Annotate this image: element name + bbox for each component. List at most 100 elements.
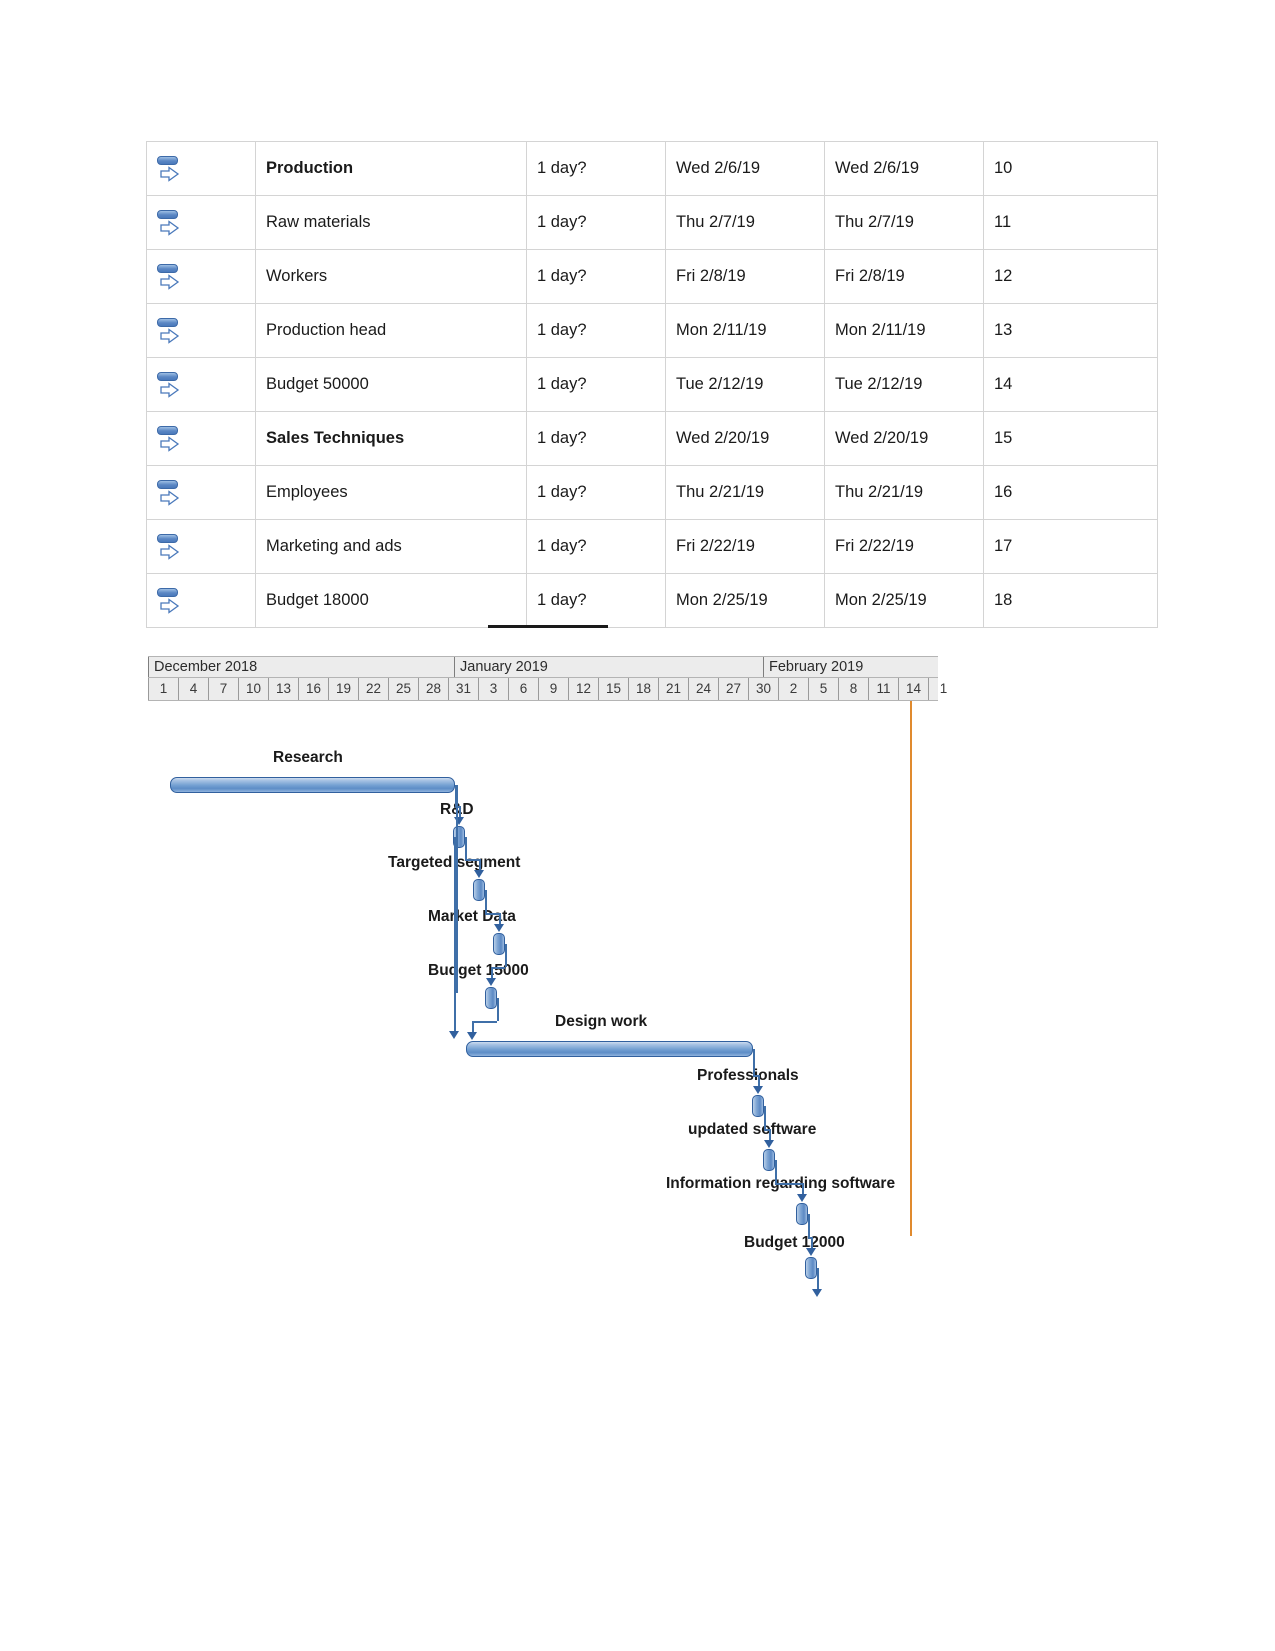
table-row[interactable]: Raw materials 1 day? Thu 2/7/19 Thu 2/7/19 1…	[146, 195, 1158, 250]
task-name-cell[interactable]: Marketing and ads	[255, 519, 527, 574]
spacer-cell	[191, 573, 256, 628]
finish-date-cell[interactable]: Mon 2/25/19	[824, 573, 984, 628]
start-date-cell[interactable]: Thu 2/21/19	[665, 465, 825, 520]
timescale-day-tick: 24	[688, 678, 718, 700]
task-name-cell[interactable]: Budget 18000	[255, 573, 527, 628]
task-id-cell[interactable]: 12	[983, 249, 1158, 304]
task-id-cell[interactable]: 11	[983, 195, 1158, 250]
timescale-day-tick: 6	[508, 678, 538, 700]
duration-cell[interactable]: 1 day?	[526, 411, 666, 466]
dependency-arrow	[753, 1086, 763, 1094]
start-date-cell[interactable]: Wed 2/6/19	[665, 141, 825, 196]
manually-scheduled-task-icon	[157, 262, 183, 292]
table-row[interactable]: Production 1 day? Wed 2/6/19 Wed 2/6/19 10	[146, 141, 1158, 196]
duration-cell[interactable]: 1 day?	[526, 519, 666, 574]
dependency-link	[459, 806, 461, 817]
duration-cell[interactable]: 1 day?	[526, 357, 666, 412]
duration-cell[interactable]: 1 day?	[526, 141, 666, 196]
dependency-link	[764, 1106, 766, 1129]
duration-cell[interactable]: 1 day?	[526, 303, 666, 358]
finish-date-cell[interactable]: Mon 2/11/19	[824, 303, 984, 358]
gantt-task-label: updated software	[688, 1121, 817, 1138]
indicator-cell	[146, 249, 191, 304]
finish-date-cell[interactable]: Fri 2/8/19	[824, 249, 984, 304]
indicator-cell	[146, 303, 191, 358]
task-name-cell[interactable]: Raw materials	[255, 195, 527, 250]
duration-cell[interactable]: 1 day?	[526, 249, 666, 304]
gantt-task-capsule[interactable]	[752, 1095, 764, 1117]
timescale-day-tick: 16	[298, 678, 328, 700]
timescale-day-tick: 11	[868, 678, 898, 700]
dependency-link	[753, 1049, 755, 1075]
dependency-arrow	[797, 1194, 807, 1202]
timescale-month: December 2018	[148, 657, 454, 677]
duration-cell[interactable]: 1 day?	[526, 195, 666, 250]
task-table: Production 1 day? Wed 2/6/19 Wed 2/6/19 10 Ra…	[146, 141, 1158, 628]
start-date-cell[interactable]: Wed 2/20/19	[665, 411, 825, 466]
gantt-task-capsule[interactable]	[493, 933, 505, 955]
table-row[interactable]: Workers 1 day? Fri 2/8/19 Fri 2/8/19 12	[146, 249, 1158, 304]
gantt-task-capsule[interactable]	[763, 1149, 775, 1171]
timescale-day-tick: 2	[778, 678, 808, 700]
timescale-day-tick: 10	[238, 678, 268, 700]
timescale-day-tick: 13	[268, 678, 298, 700]
dependency-link	[456, 785, 458, 993]
timescale-day-tick: 30	[748, 678, 778, 700]
manually-scheduled-task-icon	[157, 154, 183, 184]
task-id-cell[interactable]: 14	[983, 357, 1158, 412]
duration-cell[interactable]: 1 day?	[526, 465, 666, 520]
duration-cell[interactable]: 1 day?	[526, 573, 666, 628]
finish-date-cell[interactable]: Thu 2/21/19	[824, 465, 984, 520]
dependency-arrow	[806, 1248, 816, 1256]
gantt-task-capsule[interactable]	[805, 1257, 817, 1279]
task-id-cell[interactable]: 16	[983, 465, 1158, 520]
task-id-cell[interactable]: 13	[983, 303, 1158, 358]
spacer-cell	[191, 141, 256, 196]
finish-date-cell[interactable]: Tue 2/12/19	[824, 357, 984, 412]
start-date-cell[interactable]: Fri 2/8/19	[665, 249, 825, 304]
task-name-cell[interactable]: Workers	[255, 249, 527, 304]
timescale-day-row: 1 4 7 10 13 16 19 22 25 28 31 3 6 9 12 15 18 21 24 27 30 2 5 8 1…	[148, 678, 947, 701]
spacer-cell	[191, 411, 256, 466]
timescale-day-tick: 15	[598, 678, 628, 700]
gantt-chart: December 2018 January 2019 February 2019 1…	[148, 656, 947, 1297]
start-date-cell[interactable]: Mon 2/11/19	[665, 303, 825, 358]
timescale-day-tick: 9	[538, 678, 568, 700]
timescale-day-tick: 25	[388, 678, 418, 700]
finish-date-cell[interactable]: Thu 2/7/19	[824, 195, 984, 250]
task-name-cell[interactable]: Sales Techniques	[255, 411, 527, 466]
timescale-day-tick: 4	[178, 678, 208, 700]
indicator-cell	[146, 465, 191, 520]
dependency-link	[808, 1214, 810, 1237]
task-table-body: Production 1 day? Wed 2/6/19 Wed 2/6/19 10 Ra…	[146, 141, 1158, 628]
table-row[interactable]: Budget 50000 1 day? Tue 2/12/19 Tue 2/12/19…	[146, 357, 1158, 412]
table-row[interactable]: Marketing and ads 1 day? Fri 2/22/19 Fri 2/…	[146, 519, 1158, 574]
task-name-cell[interactable]: Production	[255, 141, 527, 196]
finish-date-cell[interactable]: Wed 2/6/19	[824, 141, 984, 196]
gantt-task-capsule[interactable]	[485, 987, 497, 1009]
task-name-cell[interactable]: Employees	[255, 465, 527, 520]
table-row[interactable]: Budget 18000 1 day? Mon 2/25/19 Mon 2/25/19…	[146, 573, 1158, 628]
task-name-cell[interactable]: Production head	[255, 303, 527, 358]
task-id-cell[interactable]: 17	[983, 519, 1158, 574]
timescale-day-tick: 1	[148, 678, 178, 700]
start-date-cell[interactable]: Thu 2/7/19	[665, 195, 825, 250]
start-date-cell[interactable]: Fri 2/22/19	[665, 519, 825, 574]
gantt-task-bar[interactable]	[170, 777, 455, 793]
table-row[interactable]: Employees 1 day? Thu 2/21/19 Thu 2/21/19 16	[146, 465, 1158, 520]
gantt-task-capsule[interactable]	[796, 1203, 808, 1225]
gantt-task-capsule[interactable]	[473, 879, 485, 901]
finish-date-cell[interactable]: Fri 2/22/19	[824, 519, 984, 574]
start-date-cell[interactable]: Mon 2/25/19	[665, 573, 825, 628]
task-id-cell[interactable]: 10	[983, 141, 1158, 196]
table-row[interactable]: Production head 1 day? Mon 2/11/19 Mon 2/11…	[146, 303, 1158, 358]
gantt-task-bar[interactable]	[466, 1041, 753, 1057]
finish-date-cell[interactable]: Wed 2/20/19	[824, 411, 984, 466]
task-id-cell[interactable]: 15	[983, 411, 1158, 466]
dependency-link	[472, 1021, 497, 1023]
table-row[interactable]: Sales Techniques 1 day? Wed 2/20/19 Wed 2/2…	[146, 411, 1158, 466]
gantt-plot-area: ResearchR&DTargeted segmentMarket DataBu…	[148, 701, 938, 1297]
task-name-cell[interactable]: Budget 50000	[255, 357, 527, 412]
task-id-cell[interactable]: 18	[983, 573, 1158, 628]
start-date-cell[interactable]: Tue 2/12/19	[665, 357, 825, 412]
